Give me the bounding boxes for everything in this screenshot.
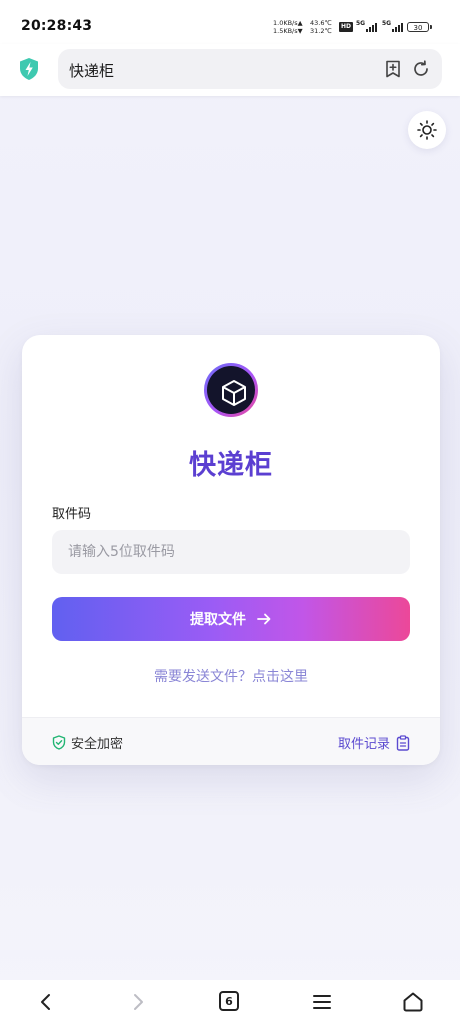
bookmark-add-icon[interactable] xyxy=(383,59,403,79)
retrieve-file-button[interactable]: 提取文件 xyxy=(52,597,410,641)
arrow-right-icon xyxy=(257,613,271,625)
tab-count-button[interactable]: 6 xyxy=(219,991,239,1011)
network-speed: 1.0KB/s▲ 1.5KB/s▼ xyxy=(273,19,303,35)
secure-encryption-label: 安全加密 xyxy=(71,737,124,752)
device-temperature: 43.6℃ 31.2℃ xyxy=(310,19,332,35)
pickup-records-label: 取件记录 xyxy=(337,737,390,752)
secure-encryption-badge: 安全加密 xyxy=(52,733,123,752)
url-page-title: 快递柜 xyxy=(69,62,115,80)
status-time: 20:28:43 xyxy=(21,18,93,34)
theme-toggle-button[interactable] xyxy=(408,111,446,149)
temperature-2: 31.2℃ xyxy=(310,27,332,35)
home-icon[interactable] xyxy=(401,990,425,1014)
card-footer: 安全加密 取件记录 xyxy=(22,717,440,765)
refresh-icon[interactable] xyxy=(411,59,431,79)
pickup-card: 快递柜 取件码 提取文件 需要发送文件？点击这里 安全加密 取件记录 xyxy=(22,335,440,765)
network-speed-up: 1.0KB/s▲ xyxy=(273,19,303,27)
sun-icon xyxy=(417,120,437,140)
url-field[interactable]: 快递柜 xyxy=(58,49,442,89)
retrieve-file-label: 提取文件 xyxy=(190,612,246,628)
pickup-code-label: 取件码 xyxy=(52,507,92,522)
temperature-1: 43.6℃ xyxy=(310,19,332,27)
sim2-network-type: 5G xyxy=(382,20,392,27)
network-speed-down: 1.5KB/s▼ xyxy=(273,27,303,35)
browser-address-bar: 快递柜 xyxy=(0,44,460,96)
shield-check-icon xyxy=(52,735,66,750)
box-icon xyxy=(222,380,246,406)
chevron-left-icon[interactable] xyxy=(34,990,58,1014)
battery-indicator: 30 xyxy=(407,22,432,32)
app-logo xyxy=(204,363,258,417)
shield-bolt-icon[interactable] xyxy=(18,57,40,81)
pickup-records-link[interactable]: 取件记录 xyxy=(338,733,410,752)
browser-bottom-nav: 6 xyxy=(0,980,460,1024)
chevron-right-icon[interactable] xyxy=(126,990,150,1014)
pickup-code-input[interactable] xyxy=(52,530,410,574)
menu-icon[interactable] xyxy=(310,990,334,1014)
hd-voice-badge: HD xyxy=(339,22,353,32)
card-title: 快递柜 xyxy=(189,450,273,481)
send-file-link[interactable]: 需要发送文件？点击这里 xyxy=(22,666,440,686)
sim1-network-type: 5G xyxy=(356,20,366,27)
status-bar: 20:28:43 1.0KB/s▲ 1.5KB/s▼ 43.6℃ 31.2℃ H… xyxy=(0,0,460,44)
clipboard-icon xyxy=(396,734,410,751)
